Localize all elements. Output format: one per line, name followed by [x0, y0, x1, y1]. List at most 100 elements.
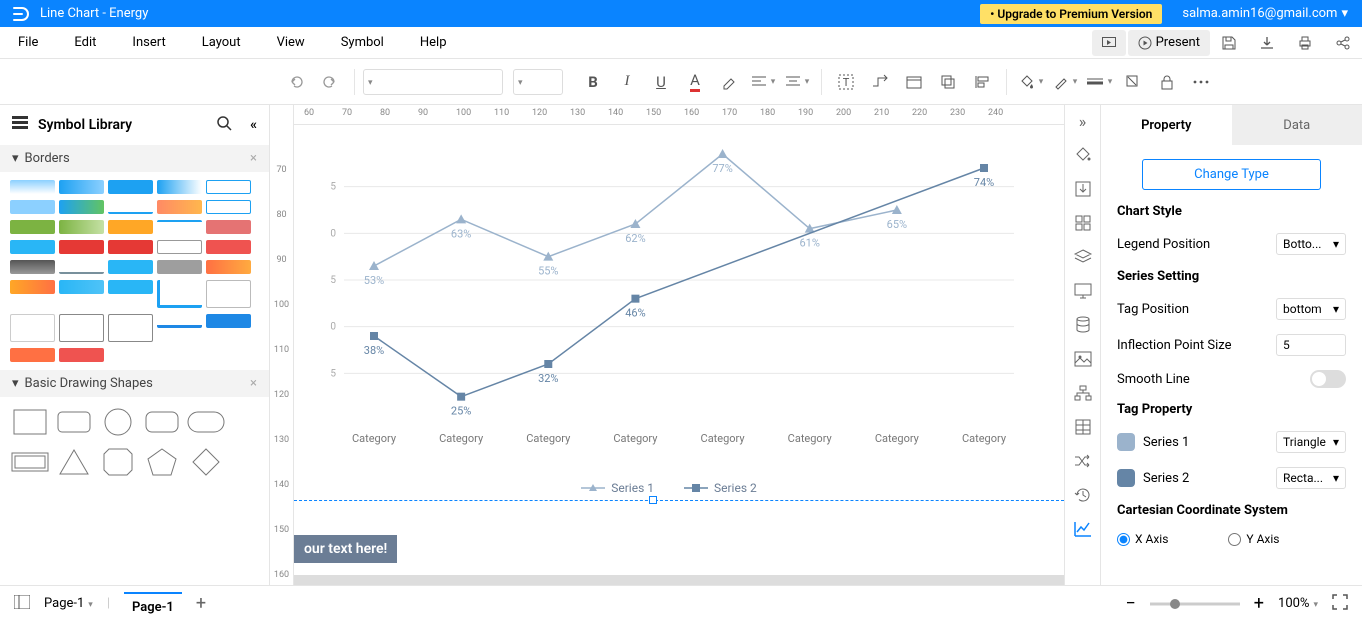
bold-icon[interactable]: B: [577, 67, 609, 97]
list-item[interactable]: [10, 405, 50, 439]
list-item[interactable]: [157, 200, 202, 214]
list-item[interactable]: [54, 405, 94, 439]
orgchart-icon[interactable]: [1073, 383, 1093, 403]
list-item[interactable]: [10, 180, 55, 194]
selection-handle[interactable]: [649, 496, 657, 504]
list-item[interactable]: [157, 180, 202, 194]
more-icon[interactable]: [1185, 67, 1217, 97]
theme-icon[interactable]: [1073, 145, 1093, 165]
section-basic-shapes[interactable]: ▾ Basic Drawing Shapes ×: [0, 370, 269, 397]
select-series1-marker[interactable]: Triangle▾: [1276, 431, 1346, 453]
list-item[interactable]: [59, 240, 104, 254]
panel-toggle-icon[interactable]: [14, 595, 30, 613]
list-item[interactable]: [186, 405, 226, 439]
canvas-page[interactable]: 50505CategoryCategoryCategoryCategoryCat…: [294, 125, 1064, 585]
export-icon[interactable]: [1073, 179, 1093, 199]
list-item[interactable]: [59, 348, 104, 362]
list-item[interactable]: [10, 260, 55, 274]
history-icon[interactable]: [1073, 485, 1093, 505]
menu-layout[interactable]: Layout: [184, 35, 259, 50]
zoom-slider[interactable]: [1150, 597, 1240, 611]
menu-view[interactable]: View: [259, 35, 323, 50]
list-item[interactable]: [10, 314, 55, 342]
radio-x-axis[interactable]: X Axis: [1117, 532, 1168, 546]
close-icon[interactable]: ×: [250, 151, 257, 166]
line-chart[interactable]: 50505CategoryCategoryCategoryCategoryCat…: [314, 125, 1024, 495]
list-item[interactable]: [108, 220, 153, 234]
line-style-icon[interactable]: [1083, 67, 1115, 97]
menu-edit[interactable]: Edit: [56, 35, 114, 50]
section-borders[interactable]: ▾ Borders ×: [0, 145, 269, 172]
list-item[interactable]: [54, 445, 94, 479]
print-icon[interactable]: [1288, 30, 1322, 56]
save-icon[interactable]: [1212, 30, 1246, 56]
lock-icon[interactable]: [1151, 67, 1183, 97]
list-item[interactable]: [157, 314, 202, 328]
user-menu[interactable]: salma.amin16@gmail.com ▾: [1182, 6, 1362, 21]
list-item[interactable]: [157, 220, 202, 234]
list-item[interactable]: [10, 220, 55, 234]
list-item[interactable]: [59, 280, 104, 294]
tab-data[interactable]: Data: [1232, 105, 1362, 145]
italic-icon[interactable]: I: [611, 67, 643, 97]
list-item[interactable]: [186, 445, 226, 479]
upgrade-button[interactable]: • Upgrade to Premium Version: [980, 4, 1162, 24]
radio-y-axis[interactable]: Y Axis: [1228, 532, 1279, 546]
font-family-select[interactable]: [363, 69, 503, 95]
underline-icon[interactable]: U: [645, 67, 677, 97]
list-item[interactable]: [10, 348, 55, 362]
page-tab[interactable]: Page-1: [124, 592, 182, 615]
stroke-color-icon[interactable]: [1049, 67, 1081, 97]
copy-icon[interactable]: [932, 67, 964, 97]
download-icon[interactable]: [1250, 30, 1284, 56]
tab-property[interactable]: Property: [1101, 105, 1232, 145]
expand-panel-icon[interactable]: »: [1073, 111, 1093, 131]
zoom-out-icon[interactable]: −: [1126, 593, 1136, 614]
list-item[interactable]: [206, 260, 251, 274]
menu-symbol[interactable]: Symbol: [323, 35, 402, 50]
slideshow-icon[interactable]: [1092, 30, 1126, 56]
list-item[interactable]: [10, 240, 55, 254]
list-item[interactable]: [10, 445, 50, 479]
list-item[interactable]: [206, 180, 251, 194]
scrollbar-horizontal[interactable]: [294, 575, 1064, 585]
list-item[interactable]: [157, 240, 202, 254]
redo-icon[interactable]: [314, 67, 346, 97]
shadow-icon[interactable]: [1117, 67, 1149, 97]
list-item[interactable]: [10, 200, 55, 214]
select-legend-position[interactable]: Botto...▾: [1276, 233, 1346, 255]
menu-file[interactable]: File: [0, 35, 56, 50]
list-item[interactable]: [59, 314, 104, 342]
list-item[interactable]: [142, 405, 182, 439]
menu-insert[interactable]: Insert: [114, 35, 183, 50]
image-icon[interactable]: [1073, 349, 1093, 369]
list-item[interactable]: [59, 180, 104, 194]
series2-color-swatch[interactable]: [1117, 469, 1135, 487]
list-item[interactable]: [206, 240, 251, 254]
font-color-icon[interactable]: A: [679, 67, 711, 97]
select-series2-marker[interactable]: Recta...▾: [1276, 467, 1346, 489]
chart-properties-icon[interactable]: [1073, 519, 1093, 539]
highlight-icon[interactable]: [713, 67, 745, 97]
menu-help[interactable]: Help: [402, 35, 465, 50]
database-icon[interactable]: [1073, 315, 1093, 335]
input-inflection-size[interactable]: [1276, 334, 1346, 356]
container-icon[interactable]: [898, 67, 930, 97]
text-tool-icon[interactable]: T: [830, 67, 862, 97]
add-page-icon[interactable]: +: [196, 593, 206, 614]
select-tag-position[interactable]: bottom▾: [1276, 298, 1346, 320]
list-item[interactable]: [108, 200, 153, 214]
zoom-value[interactable]: 100%: [1278, 596, 1318, 611]
grid-icon[interactable]: [1073, 213, 1093, 233]
change-type-button[interactable]: Change Type: [1142, 159, 1321, 190]
align-objects-icon[interactable]: [966, 67, 998, 97]
list-item[interactable]: [59, 260, 104, 274]
search-icon[interactable]: [216, 115, 232, 135]
fullscreen-icon[interactable]: [1332, 594, 1348, 614]
present-button[interactable]: Present: [1128, 30, 1210, 56]
toggle-smooth-line[interactable]: [1310, 370, 1346, 388]
shuffle-icon[interactable]: [1073, 451, 1093, 471]
page-select[interactable]: Page-1: [44, 596, 93, 611]
align-v-icon[interactable]: [781, 67, 813, 97]
connector-icon[interactable]: [864, 67, 896, 97]
